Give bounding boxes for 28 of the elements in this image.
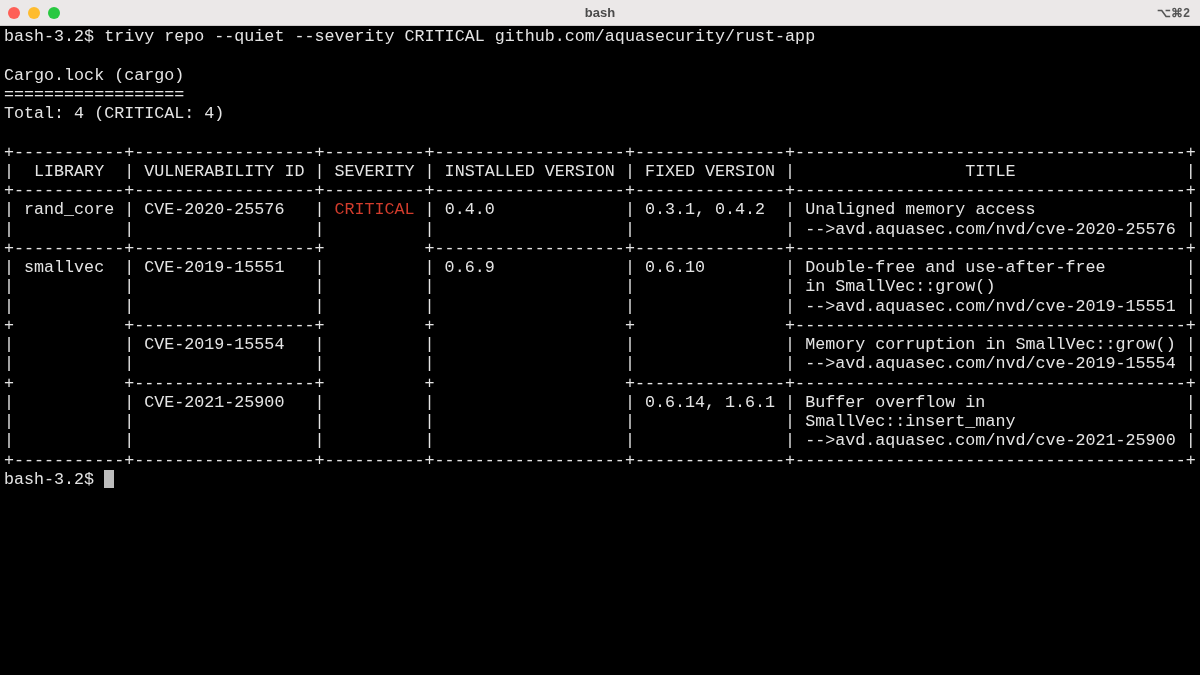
- table-line: | LIBRARY | VULNERABILITY ID | SEVERITY | INSTALLED VERSION | FIXED VERSION | TITLE |: [4, 161, 1196, 181]
- table-line: | rand_core | CVE-2020-25576 | CRITICAL | 0.4.0 | 0.3.1, 0.4.2 | Unaligned memory access |: [4, 200, 1196, 220]
- minimize-button[interactable]: [28, 6, 40, 19]
- table-line: +-----------+------------------+ +-------------------+---------------+---------------------------------------+: [4, 238, 1196, 258]
- table-line: +-----------+------------------+----------+-------------------+---------------+---------------------------------------+: [4, 142, 1196, 162]
- text-cursor: [104, 470, 115, 489]
- table-line: | | | | | | -->avd.aquasec.com/nvd/cve-2019-15551 |: [4, 296, 1196, 316]
- command-line: bash-3.2$ trivy repo --quiet --severity CRITICAL github.com/aquasecurity/rust-app: [4, 27, 816, 47]
- table-line: + +------------------+ + + +---------------------------------------+: [4, 315, 1196, 335]
- table-line: | | | | | | SmallVec::insert_many |: [4, 412, 1196, 432]
- close-button[interactable]: [8, 6, 20, 19]
- shell-prompt: bash-3.2$: [4, 469, 95, 489]
- table-line: | smallvec | CVE-2019-15551 | | 0.6.9 | 0.6.10 | Double-free and use-after-free |: [4, 258, 1196, 278]
- table-line: | | | | | | in SmallVec::grow() |: [4, 277, 1196, 297]
- window-shortcut: ⌥⌘2: [1157, 5, 1190, 20]
- zoom-button[interactable]: [48, 6, 60, 19]
- table-line: + +------------------+ + +---------------+---------------------------------------+: [4, 373, 1196, 393]
- window-title: bash: [584, 5, 616, 20]
- table-line: | | | | | | -->avd.aquasec.com/nvd/cve-2020-25576 |: [4, 219, 1196, 239]
- table-line: | | CVE-2021-25900 | | | 0.6.14, 1.6.1 | Buffer overflow in |: [4, 392, 1196, 412]
- report-line: Cargo.lock (cargo): [4, 65, 185, 85]
- report-line: Total: 4 (CRITICAL: 4): [4, 104, 225, 124]
- table-line: +-----------+------------------+----------+-------------------+---------------+---------------------------------------+: [4, 181, 1196, 201]
- table-line: +-----------+------------------+----------+-------------------+---------------+---------------------------------------+: [4, 450, 1196, 470]
- table-line: | | | | | | -->avd.aquasec.com/nvd/cve-2019-15554 |: [4, 354, 1196, 374]
- report-line: ==================: [4, 84, 185, 104]
- table-line: | | | | | | -->avd.aquasec.com/nvd/cve-2021-25900 |: [4, 431, 1196, 451]
- table-line: | | CVE-2019-15554 | | | | Memory corruption in SmallVec::grow() |: [4, 335, 1196, 355]
